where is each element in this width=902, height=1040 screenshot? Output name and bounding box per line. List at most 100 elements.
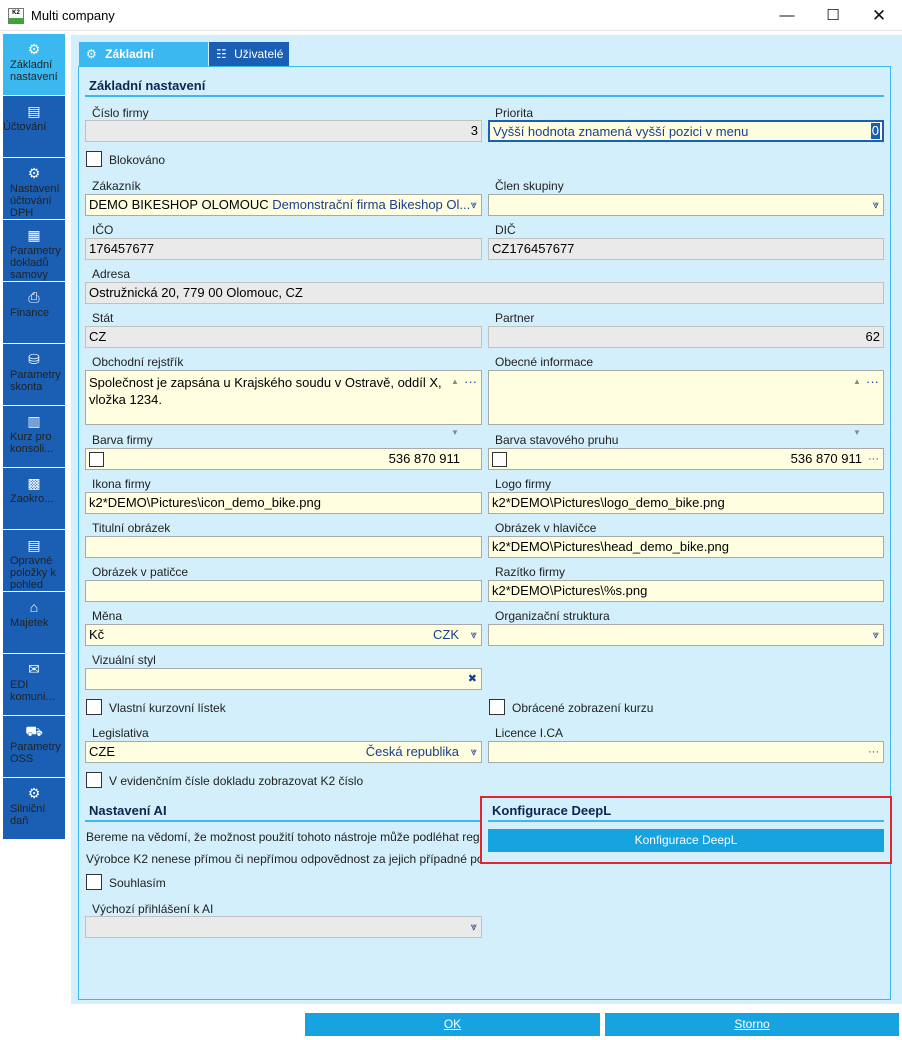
mena-code: CZK <box>433 627 459 642</box>
chevron-down-icon[interactable]: ⩔ <box>873 625 879 645</box>
legislativa-value: CZE <box>89 744 115 759</box>
sidebar-item-edi[interactable]: ✉ EDI komuni... <box>3 654 65 715</box>
obecne-informace-label: Obecné informace <box>495 355 594 369</box>
sidebar-item-parametry-skonta[interactable]: ⛁ Parametry skonta <box>3 344 65 405</box>
mena-value: Kč <box>89 627 105 642</box>
zakaznik-desc: Demonstrační firma Bikeshop Ol... <box>272 197 471 212</box>
section-title-ai: Nastavení AI <box>89 803 167 818</box>
section-title-zakladni: Základní nastavení <box>89 78 206 93</box>
sidebar-item-zakladni-nastaveni[interactable]: ⚙ Základní nastavení <box>3 34 65 95</box>
minimize-button[interactable]: — <box>764 0 810 31</box>
obchodni-rejstrik-textarea[interactable]: Společnost je zapsána u Krajského soudu … <box>85 370 482 437</box>
printer-icon: ⎙ <box>28 289 40 305</box>
ikona-firmy-field[interactable]: k2*DEMO\Pictures\icon_demo_bike.png <box>85 492 482 514</box>
sidebar-item-nastaveni-dph[interactable]: ⚙ Nastavení účtování DPH <box>3 158 65 219</box>
obracene-kurzu-label: Obrácené zobrazení kurzu <box>512 701 654 715</box>
scroll-down-icon[interactable]: ▼ <box>853 428 861 437</box>
sidebar-item-parametry-dokladu[interactable]: ▦ Parametry dokladů samovy <box>3 220 65 281</box>
vychozi-prihlaseni-select[interactable]: ⩔ <box>85 916 482 938</box>
sidebar-item-kurz-konsolidace[interactable]: ▥ Kurz pro konsoli... <box>3 406 65 467</box>
tab-zakladni-nastaveni[interactable]: ⚙ Základní nastavení <box>79 42 208 85</box>
storno-label: Storno <box>734 1017 770 1031</box>
deepl-config-button[interactable]: Konfigurace DeepL <box>488 829 884 852</box>
legislativa-label: Legislativa <box>92 726 149 740</box>
priorita-label: Priorita <box>495 106 534 120</box>
more-dots-icon[interactable]: ··· <box>464 373 477 390</box>
barva-pruhu-field[interactable]: 536 870 911 ··· <box>488 448 884 470</box>
souhlasim-checkbox[interactable] <box>86 874 102 890</box>
org-struktura-label: Organizační struktura <box>495 609 610 623</box>
dic-field[interactable]: CZ176457677 <box>488 238 884 260</box>
blokovano-checkbox[interactable] <box>86 151 102 167</box>
chevron-down-icon[interactable]: ⩔ <box>471 625 477 645</box>
obchodni-rejstrik-label: Obchodní rejstřík <box>92 355 184 369</box>
color-swatch[interactable] <box>492 452 507 467</box>
titulni-obrazek-field[interactable] <box>85 536 482 558</box>
priorita-field[interactable]: Vyšší hodnota znamená vyšší pozici v men… <box>488 120 884 142</box>
k2-cislo-checkbox[interactable] <box>86 772 102 788</box>
vlastni-kurzovni-checkbox[interactable] <box>86 699 102 715</box>
ico-label: IČO <box>92 223 114 237</box>
chevron-down-icon[interactable]: ⩔ <box>873 195 879 215</box>
vizualni-styl-field[interactable]: ✖ <box>85 668 482 690</box>
adresa-field[interactable]: Ostružnická 20, 779 00 Olomouc, CZ <box>85 282 884 304</box>
mena-select[interactable]: Kč CZK ⩔ <box>85 624 482 646</box>
ok-button[interactable]: OK <box>305 1013 600 1036</box>
obrazek-paticka-field[interactable] <box>85 580 482 602</box>
title-bar: K2 Multi company — ☐ ✕ <box>0 0 902 31</box>
scroll-up-icon[interactable]: ▲ <box>853 377 861 386</box>
scrollbar[interactable]: ▲ ▼ <box>851 373 863 437</box>
scrollbar[interactable]: ▲ ▼ <box>449 373 461 437</box>
priorita-value: 0 <box>870 123 880 139</box>
zakaznik-label: Zákazník <box>92 179 141 193</box>
scroll-up-icon[interactable]: ▲ <box>451 377 459 386</box>
clen-skupiny-select[interactable]: ⩔ <box>488 194 884 216</box>
more-dots-icon[interactable]: ··· <box>866 373 879 390</box>
asset-icon: ⌂ <box>29 599 39 615</box>
maximize-button[interactable]: ☐ <box>810 0 856 31</box>
sidebar-item-silnicni-dan[interactable]: ⚙ Silniční daň <box>3 778 65 839</box>
sidebar-item-uctovani[interactable]: ▤ Účtování <box>3 96 65 157</box>
scroll-down-icon[interactable]: ▼ <box>451 428 459 437</box>
more-dots-icon[interactable]: ··· <box>868 742 879 762</box>
clen-skupiny-label: Člen skupiny <box>495 179 564 193</box>
partner-field[interactable]: 62 <box>488 326 884 348</box>
barva-firmy-value: 536 870 911 <box>388 451 460 466</box>
color-swatch[interactable] <box>89 452 104 467</box>
zakaznik-select[interactable]: DEMO BIKESHOP OLOMOUC Demonstrační firma… <box>85 194 482 216</box>
ikona-firmy-label: Ikona firmy <box>92 477 151 491</box>
obecne-informace-textarea[interactable]: ▲ ▼ ··· <box>488 370 884 437</box>
legislativa-select[interactable]: CZE Česká republika ⩔ <box>85 741 482 763</box>
licence-ica-field[interactable]: ··· <box>488 741 884 763</box>
cislo-firmy-field[interactable]: 3 <box>85 120 482 142</box>
sidebar-item-zaokrouhleni[interactable]: ▩ Zaokro... <box>3 468 65 529</box>
logo-firmy-label: Logo firmy <box>495 477 552 491</box>
stat-field[interactable]: CZ <box>85 326 482 348</box>
close-button[interactable]: ✕ <box>856 0 902 31</box>
partner-label: Partner <box>495 311 535 325</box>
sidebar-item-opravne-polozky[interactable]: ▤ Opravné položky k pohled <box>3 530 65 591</box>
org-struktura-select[interactable]: ⩔ <box>488 624 884 646</box>
chevron-down-icon[interactable]: ⩔ <box>471 195 477 215</box>
document-params-icon: ▦ <box>27 227 41 243</box>
chevron-down-icon[interactable]: ⩔ <box>471 742 477 762</box>
tab-uzivatele[interactable]: ☷ Uživatelé <box>209 42 289 66</box>
ico-field[interactable]: 176457677 <box>85 238 482 260</box>
clear-icon[interactable]: ✖ <box>468 669 477 689</box>
sidebar-item-finance[interactable]: ⎙ Finance <box>3 282 65 343</box>
cislo-firmy-label: Číslo firmy <box>92 106 149 120</box>
barva-firmy-field[interactable]: 536 870 911 <box>85 448 482 470</box>
storno-button[interactable]: Storno <box>605 1013 899 1036</box>
more-dots-icon[interactable]: ··· <box>868 449 879 469</box>
razitko-field[interactable]: k2*DEMO\Pictures\%s.png <box>488 580 884 602</box>
ok-label: OK <box>443 1017 462 1031</box>
sidebar-item-majetek[interactable]: ⌂ Majetek <box>3 592 65 653</box>
legislativa-desc: Česká republika <box>365 744 459 759</box>
obracene-kurzu-checkbox[interactable] <box>489 699 505 715</box>
chevron-down-icon[interactable]: ⩔ <box>471 917 477 937</box>
sidebar-item-parametry-oss[interactable]: ⛟ Parametry OSS <box>3 716 65 777</box>
obrazek-hlavicka-field[interactable]: k2*DEMO\Pictures\head_demo_bike.png <box>488 536 884 558</box>
logo-firmy-field[interactable]: k2*DEMO\Pictures\logo_demo_bike.png <box>488 492 884 514</box>
barva-pruhu-label: Barva stavového pruhu <box>495 433 619 447</box>
blokovano-label: Blokováno <box>109 153 166 167</box>
